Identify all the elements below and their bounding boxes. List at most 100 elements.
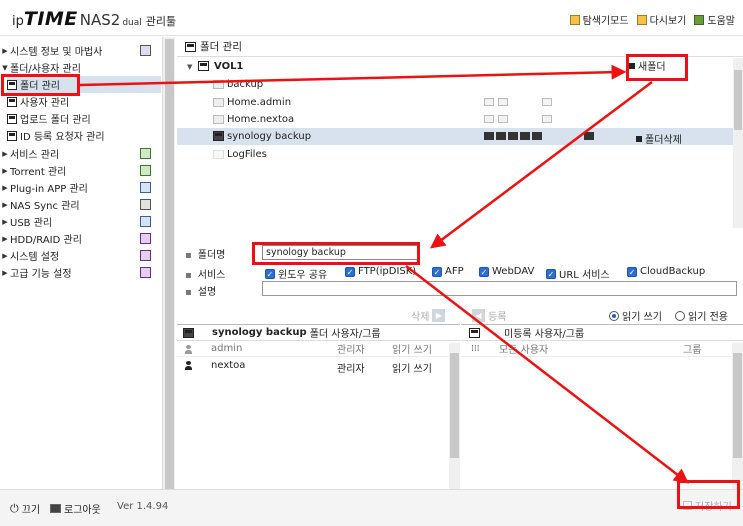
explorer-mode-link[interactable]: 탐색기모드	[569, 12, 629, 27]
expand-arrow-icon: ▶	[2, 217, 8, 226]
folder-name: Home.admin	[227, 97, 292, 108]
ftp-checkbox[interactable]: ✓ FTP(ipDISK)	[345, 266, 416, 277]
register-user-label: 등록	[488, 312, 507, 323]
column-permission: 읽기 쓰기	[392, 345, 432, 356]
scrollbar-thumb[interactable]	[733, 353, 742, 458]
sidebar-item-usb[interactable]: ▶ USB 관리	[0, 213, 161, 230]
column-name: admin	[211, 343, 243, 354]
help-link[interactable]: 도움말	[694, 12, 735, 27]
folder-row-home-nextoa[interactable]: Home.nextoa	[177, 111, 733, 128]
refresh-link[interactable]: 다시보기	[636, 12, 687, 27]
service-label: ▪ 서비스	[185, 270, 226, 281]
explorer-mode-icon	[569, 14, 580, 25]
sidebar-scrollbar[interactable]	[162, 37, 175, 489]
sidebar-item-system-info[interactable]: ▶ 시스템 정보 및 마법사	[0, 42, 161, 59]
folder-row-synology-backup[interactable]: synology backup 폴더삭제	[177, 128, 733, 146]
sidebar-item-advanced[interactable]: ▶ 고급 기능 설정	[0, 264, 161, 281]
read-only-radio[interactable]: 읽기 전용	[675, 308, 728, 323]
sidebar-item-plugin-app[interactable]: ▶ Plug-in APP 관리	[0, 179, 161, 196]
user-icon	[185, 361, 192, 370]
folder-icon	[213, 80, 224, 89]
save-button[interactable]: 저장하기	[683, 498, 732, 513]
refresh-label: 다시보기	[649, 16, 687, 27]
cloud-backup-checkbox[interactable]: ✓ CloudBackup	[627, 266, 705, 277]
sidebar-subitem-id-requests[interactable]: ID 등록 요청자 관리	[7, 127, 161, 144]
disk-icon	[7, 79, 17, 90]
sidebar-item-hdd-raid[interactable]: ▶ HDD/RAID 관리	[0, 230, 161, 247]
checkbox-checked-icon: ✓	[432, 266, 442, 277]
folder-row-backup[interactable]: backup	[177, 76, 733, 93]
service-option-label: AFP	[445, 266, 464, 277]
sidebar-item-label: 서비스 관리	[10, 150, 60, 161]
folder-icon	[183, 327, 194, 338]
sidebar-item-label: USB 관리	[10, 218, 53, 229]
unregistered-users-panel: 미등록 사용자/그룹 ⁞⁞⁞ 모든 사용자 그룹	[461, 324, 743, 490]
tree-scrollbar[interactable]	[733, 58, 743, 228]
folder-name: backup	[227, 79, 264, 90]
sidebar-item-label: Plug-in APP 관리	[10, 184, 88, 195]
afp-checkbox[interactable]: ✓ AFP	[432, 266, 464, 277]
delete-folder-button[interactable]: 폴더삭제	[636, 131, 682, 146]
service-option-label: WebDAV	[492, 266, 535, 277]
scrollbar-thumb[interactable]	[734, 70, 742, 130]
power-off-button[interactable]: ⏻ 끄기	[10, 501, 40, 517]
scrollbar-thumb[interactable]	[450, 353, 459, 458]
scrollbar-thumb[interactable]	[165, 39, 174, 489]
user-role: 관리자	[337, 364, 365, 375]
ftp-badge-icon	[498, 115, 508, 123]
plugin-icon	[140, 182, 151, 193]
expand-arrow-icon: ▶	[2, 183, 8, 192]
user-row-nextoa[interactable]: nextoa 관리자 읽기 쓰기	[177, 358, 460, 375]
folder-name: synology backup	[227, 131, 312, 142]
webdav-checkbox[interactable]: ✓ WebDAV	[479, 266, 534, 277]
volume-label: VOL1	[214, 61, 244, 72]
sidebar-item-nas-sync[interactable]: ▶ NAS Sync 관리	[0, 196, 161, 213]
sidebar-item-torrent[interactable]: ▶ Torrent 관리	[0, 162, 161, 179]
folder-panel-title: 폴더 관리	[177, 37, 743, 57]
ftp-badge-icon	[498, 98, 508, 106]
logo-ip: ip	[12, 14, 24, 29]
checkbox-checked-icon: ✓	[265, 268, 275, 279]
folder-tree: ▼ VOL1 backup Home.admin Home.nextoa syn…	[177, 58, 733, 228]
url-service-checkbox[interactable]: ✓ URL 서비스	[546, 266, 610, 281]
unregistered-users-scrollbar[interactable]	[732, 343, 743, 490]
webdav-badge-icon	[520, 132, 530, 140]
folder-users-columns[interactable]: admin 관리자 읽기 쓰기	[177, 341, 460, 357]
folder-name-input[interactable]: synology backup	[262, 245, 420, 260]
windows-share-checkbox[interactable]: ✓ 윈도우 공유	[265, 266, 327, 281]
sidebar-subitem-upload-folder[interactable]: 업로드 폴더 관리	[7, 110, 161, 127]
collapse-arrow-icon: ▼	[187, 62, 193, 71]
description-input[interactable]	[262, 281, 737, 296]
sidebar-subitem-user-management[interactable]: 사용자 관리	[7, 93, 161, 110]
logout-label: 로그아웃	[64, 505, 101, 516]
folder-row-logfiles[interactable]: LogFiles	[177, 146, 733, 163]
delete-user-button[interactable]: 삭제 ▶	[411, 308, 446, 323]
sidebar-item-label: 고급 기능 설정	[10, 269, 72, 280]
folder-users-scrollbar[interactable]	[449, 343, 460, 490]
sidebar-subitem-folder-management[interactable]: 폴더 관리	[7, 76, 161, 93]
sidebar: ▶ 시스템 정보 및 마법사 ▼ 폴더/사용자 관리 폴더 관리 사용자 관리 …	[0, 37, 161, 489]
windows-share-badge-icon	[484, 115, 494, 123]
read-write-label: 읽기 쓰기	[622, 312, 662, 323]
logo-nas: NAS2	[79, 11, 121, 29]
description-label-text: 설명	[197, 287, 217, 298]
register-user-button[interactable]: ◀ 등록	[472, 308, 506, 323]
folder-users-header: synology backup 폴더 사용자/그룹	[177, 325, 460, 341]
unregistered-users-title: 미등록 사용자/그룹	[504, 329, 585, 340]
sidebar-item-folder-user[interactable]: ▼ 폴더/사용자 관리	[0, 59, 161, 76]
url-badge-icon	[542, 98, 552, 106]
description-label: ▪ 설명	[185, 287, 217, 298]
read-write-radio[interactable]: 읽기 쓰기	[609, 308, 662, 323]
sidebar-item-system-settings[interactable]: ▶ 시스템 설정	[0, 247, 161, 264]
sidebar-item-label: Torrent 관리	[10, 167, 67, 178]
folder-row-home-admin[interactable]: Home.admin	[177, 94, 733, 111]
folder-icon	[213, 131, 224, 141]
unregistered-users-columns[interactable]: ⁞⁞⁞ 모든 사용자 그룹	[461, 341, 743, 357]
new-folder-button[interactable]: 새폴더	[629, 58, 666, 73]
expand-arrow-icon: ▶	[2, 234, 8, 243]
sidebar-item-service[interactable]: ▶ 서비스 관리	[0, 145, 161, 162]
folder-users-title-folder: synology backup	[212, 327, 307, 338]
user-controls-bar: 삭제 ▶ ◀ 등록 읽기 쓰기 읽기 전용	[177, 307, 743, 324]
logout-button[interactable]: 로그아웃	[50, 501, 101, 516]
advanced-icon	[140, 267, 151, 278]
